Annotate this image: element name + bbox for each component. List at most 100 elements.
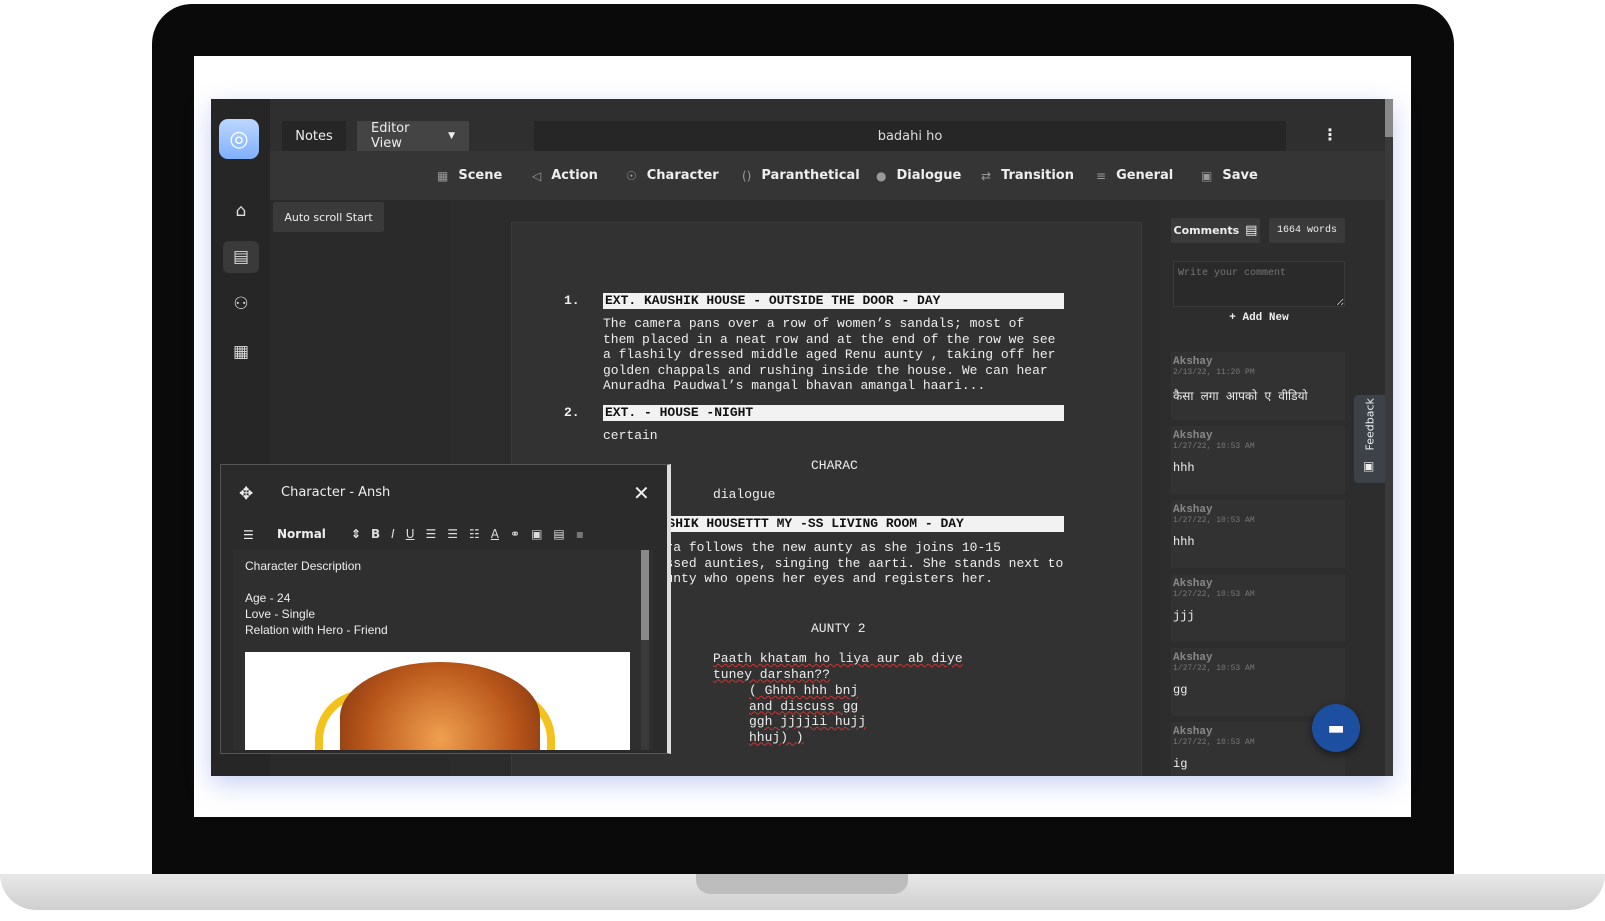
script-line: tuney darshan?? — [713, 666, 831, 682]
action-block[interactable]: The camera follows the new aunty as she … — [603, 540, 1063, 587]
tool-label: Transition — [1001, 168, 1074, 183]
script-line: golden chappals and rushing inside the h… — [603, 362, 1048, 378]
comment-card[interactable]: Akshay 1/27/22, 10:53 AM hhh — [1171, 500, 1345, 568]
description-line — [245, 574, 388, 590]
tab-notes[interactable]: Notes — [282, 121, 346, 151]
comment-card[interactable]: Akshay 1/27/22, 10:53 AM jjj — [1171, 574, 1345, 642]
image-icon[interactable]: ▣ — [531, 527, 542, 541]
script-line: Paath khatam ho liya aur ab diye — [713, 651, 963, 666]
description-line: Relation with Hero - Friend — [245, 623, 388, 637]
feedback-label: Feedback — [1363, 398, 1377, 451]
script-line: Anuradha Paudwal’s mangal bhavan amangal… — [603, 378, 986, 393]
scene-icon: ▦ — [437, 168, 449, 183]
view-select[interactable]: Editor View ▼ — [357, 121, 469, 151]
tool-general[interactable]: ≡ General — [1096, 168, 1173, 183]
script-line: an old aunty who opens her eyes and regi… — [603, 571, 994, 586]
dialogue-block[interactable]: Paath khatam ho liya aur ab diye tuney da… — [713, 651, 963, 682]
users-icon[interactable]: ⚇ — [223, 288, 259, 320]
home-icon[interactable]: ⌂ — [223, 195, 259, 227]
dialogue-block[interactable]: dialogue — [713, 487, 775, 503]
bullet-list-icon[interactable]: ☰ — [447, 527, 458, 541]
video-icon[interactable]: ▤ — [553, 527, 564, 541]
comment-author: Akshay — [1173, 430, 1213, 442]
parenthetical-icon: () — [742, 168, 752, 183]
underline-icon[interactable]: U — [406, 527, 415, 541]
italic-icon[interactable]: I — [391, 527, 395, 541]
tool-label: Action — [551, 168, 598, 183]
scene-heading[interactable]: EXT. KAUSHIK HOUSETTT MY -SS LIVING ROOM… — [603, 516, 1064, 532]
tool-scene[interactable]: ▦ Scene — [437, 168, 502, 183]
comment-author: Akshay — [1173, 578, 1213, 590]
format-toolbar: ▦ Scene ◁ Action ☉ Character () Paranthetical ● D… — [270, 151, 1393, 200]
parenthetical-block[interactable]: ( Ghhh hhh bnj and discuss gg ggh jjjjii h… — [749, 683, 866, 745]
add-new-comment-button[interactable]: + Add New — [1173, 311, 1345, 327]
doc-title[interactable]: badahi ho — [534, 121, 1286, 151]
word-count: 1664 words — [1269, 218, 1345, 243]
character-cue[interactable]: AUNTY 2 — [811, 621, 866, 637]
comment-card[interactable]: Akshay 1/27/22, 10:53 AM gg — [1171, 648, 1345, 716]
script-line: ( Ghhh hhh bnj — [749, 683, 859, 698]
character-icon: ☉ — [626, 168, 637, 183]
tool-label: Character — [646, 168, 719, 183]
save-doc-icon[interactable]: ▪ — [576, 527, 584, 541]
character-description: Character Description Age - 24 Love - Sing… — [245, 558, 388, 638]
tool-label: Scene — [458, 168, 503, 183]
comment-author: Akshay — [1173, 356, 1213, 368]
comment-input[interactable] — [1173, 261, 1345, 307]
document-icon[interactable]: ▤ — [223, 241, 259, 273]
more-menu-icon[interactable]: ⋮ — [1322, 125, 1338, 144]
tool-dialogue[interactable]: ● Dialogue — [876, 168, 961, 183]
ordered-list-icon[interactable]: ☰ — [426, 527, 437, 541]
text-color-icon[interactable]: A — [491, 527, 499, 541]
comment-text: gg — [1173, 683, 1188, 697]
drag-handle-icon[interactable]: ✥ — [239, 484, 253, 504]
calendar-icon[interactable]: ▦ — [223, 336, 259, 368]
top-bar: Notes Editor View ▼ badahi ho ⋮ — [270, 99, 1393, 151]
comment-date: 1/27/22, 10:53 AM — [1173, 442, 1255, 451]
scene-number: 1. — [564, 293, 580, 308]
script-line: well dressed aunties, singing the aarti.… — [603, 555, 1064, 571]
app-window: ◎ ⌂ ▤ ⚇ ▦ Notes Editor View ▼ badahi ho ⋮… — [211, 99, 1393, 776]
auto-scroll-button[interactable]: Auto scroll Start — [273, 202, 384, 232]
tool-character[interactable]: ☉ Character — [626, 168, 719, 183]
script-line: The camera pans over a row of women’s sa… — [603, 316, 1025, 331]
rte-toolbar: BIU ☰ ☰ ☷ A ⚭ ▣ ▤ ▪ — [371, 527, 584, 541]
comment-card[interactable]: Akshay 1/27/22, 10:53 AM hhh — [1171, 426, 1345, 494]
close-icon[interactable]: ✕ — [633, 481, 650, 505]
tool-transition[interactable]: ⇄ Transition — [981, 168, 1074, 183]
character-editor[interactable]: Character Description Age - 24 Love - Sing… — [233, 550, 653, 750]
editor-scrollbar[interactable] — [641, 550, 649, 750]
character-cue[interactable]: CHARAC — [811, 458, 858, 474]
app-logo[interactable]: ◎ — [219, 119, 259, 159]
script-line: ggh jjjjii hujj — [749, 714, 867, 729]
character-modal: ✥ Character - Ansh ✕ ☰ Normal ⇕ BIU ☰ ☰ ☷ A… — [220, 464, 671, 754]
bold-icon[interactable]: B — [371, 527, 380, 541]
comments-panel: Comments▤ 1664 words + Add New Akshay2/1… — [1159, 200, 1393, 776]
link-icon[interactable]: ⚭ — [510, 527, 520, 541]
check-list-icon[interactable]: ☷ — [469, 527, 480, 541]
save-icon: ▣ — [1201, 168, 1213, 183]
action-block[interactable]: certain — [603, 428, 658, 444]
action-block[interactable]: The camera pans over a row of women’s sa… — [603, 316, 1055, 394]
chat-button[interactable]: ▬ — [1312, 704, 1360, 752]
page-scrollbar[interactable] — [1385, 99, 1393, 776]
scene-number: 2. — [564, 405, 580, 420]
tool-action[interactable]: ◁ Action — [532, 168, 598, 183]
tool-save[interactable]: ▣ Save — [1201, 168, 1258, 183]
action-icon: ◁ — [532, 168, 542, 183]
comment-text: ig — [1173, 757, 1188, 771]
format-select[interactable]: Normal ⇕ — [277, 527, 361, 541]
comment-text: hhh — [1173, 461, 1195, 475]
tool-paranthetical[interactable]: () Paranthetical — [742, 168, 860, 183]
scene-heading[interactable]: EXT. KAUSHIK HOUSE - OUTSIDE THE DOOR - … — [603, 293, 1064, 309]
comment-card[interactable]: Akshay 2/13/22, 11:20 PM कैसा लगा आपको ए व… — [1171, 352, 1345, 420]
align-icon[interactable]: ☰ — [243, 528, 254, 542]
feedback-tab[interactable]: Feedback ▣ — [1354, 395, 1386, 483]
modal-title: Character - Ansh — [281, 485, 391, 500]
comments-button[interactable]: Comments ▤ — [1171, 218, 1260, 243]
comment-date: 1/27/22, 10:53 AM — [1173, 516, 1255, 525]
description-line: Character Description — [245, 559, 362, 573]
scene-heading[interactable]: EXT. - HOUSE -NIGHT — [603, 405, 1064, 421]
description-line: Love - Single — [245, 607, 316, 621]
script-line: The camera follows the new aunty as she … — [603, 540, 1001, 555]
